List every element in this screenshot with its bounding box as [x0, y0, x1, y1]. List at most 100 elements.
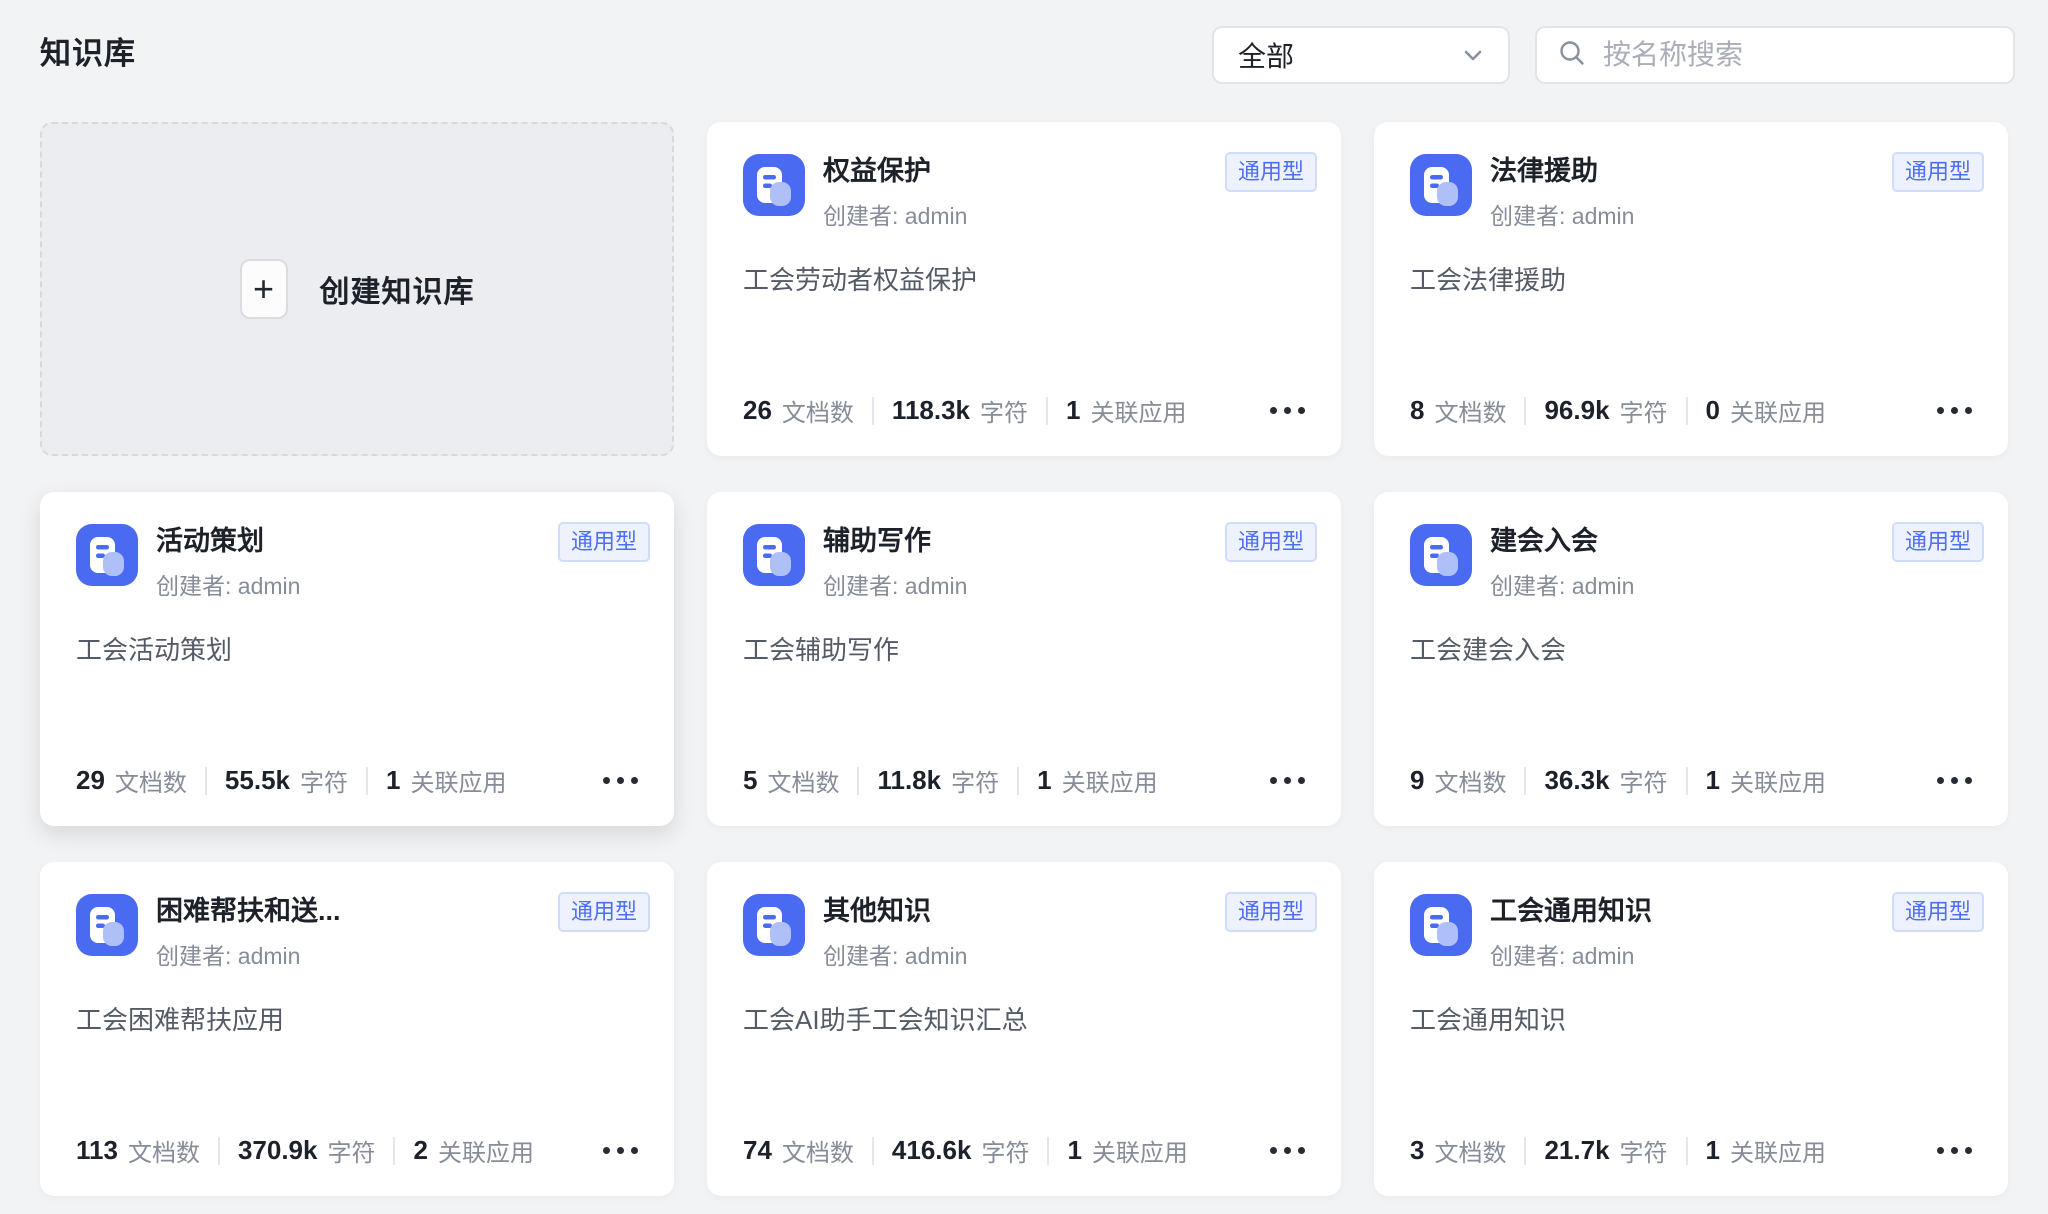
char-count: 11.8k [877, 765, 941, 796]
plus-icon[interactable]: + [240, 259, 288, 319]
card-head-text: 法律援助 创建者: admin [1490, 154, 1634, 231]
doc-count: 26 [743, 395, 772, 426]
search-box[interactable] [1535, 26, 2015, 84]
app-count-label: 关联应用 [438, 1133, 534, 1168]
more-menu-icon[interactable] [603, 771, 638, 790]
type-badge: 通用型 [1225, 152, 1317, 192]
more-menu-icon[interactable] [1937, 1141, 1972, 1160]
card-head-text: 建会入会 创建者: admin [1490, 524, 1634, 601]
card-creator: 创建者: admin [823, 197, 967, 231]
app-count-label: 关联应用 [1092, 1133, 1188, 1168]
doc-count-label: 文档数 [128, 1133, 200, 1168]
doc-count-label: 文档数 [1434, 1133, 1506, 1168]
card-title: 其他知识 [823, 896, 967, 927]
knowledge-base-card[interactable]: 活动策划 创建者: admin 通用型 工会活动策划 29 文档数 55.5k … [40, 492, 674, 826]
char-count: 55.5k [225, 765, 290, 796]
knowledge-base-card[interactable]: 法律援助 创建者: admin 通用型 工会法律援助 8 文档数 96.9k 字… [1374, 122, 2008, 456]
card-description: 工会困难帮扶应用 [76, 1004, 650, 1038]
doc-count-label: 文档数 [1434, 763, 1506, 798]
card-creator: 创建者: admin [823, 937, 967, 971]
search-input[interactable] [1601, 38, 1993, 72]
type-badge: 通用型 [558, 892, 650, 932]
doc-count-label: 文档数 [782, 1133, 854, 1168]
card-stats: 29 文档数 55.5k 字符 1 关联应用 [76, 763, 650, 798]
knowledge-base-card[interactable]: 权益保护 创建者: admin 通用型 工会劳动者权益保护 26 文档数 118… [707, 122, 1341, 456]
char-count: 96.9k [1544, 395, 1609, 426]
divider [1524, 397, 1526, 425]
app-count: 1 [1067, 1135, 1081, 1166]
card-stats: 9 文档数 36.3k 字符 1 关联应用 [1410, 763, 1984, 798]
knowledge-base-card[interactable]: 工会通用知识 创建者: admin 通用型 工会通用知识 3 文档数 21.7k… [1374, 862, 2008, 1196]
card-stats: 8 文档数 96.9k 字符 0 关联应用 [1410, 393, 1984, 428]
knowledge-base-card[interactable]: 其他知识 创建者: admin 通用型 工会AI助手工会知识汇总 74 文档数 … [707, 862, 1341, 1196]
doc-count-label: 文档数 [115, 763, 187, 798]
card-head-text: 权益保护 创建者: admin [823, 154, 967, 231]
card-title: 活动策划 [156, 526, 300, 557]
divider [1524, 1137, 1526, 1165]
more-menu-icon[interactable] [603, 1141, 638, 1160]
doc-count: 29 [76, 765, 105, 796]
divider [1686, 767, 1688, 795]
knowledge-base-card[interactable]: 建会入会 创建者: admin 通用型 工会建会入会 9 文档数 36.3k 字… [1374, 492, 2008, 826]
card-head-text: 工会通用知识 创建者: admin [1490, 894, 1652, 971]
char-count-label: 字符 [1620, 1133, 1668, 1168]
divider [218, 1137, 220, 1165]
app-count-label: 关联应用 [1730, 763, 1826, 798]
card-title: 建会入会 [1490, 526, 1634, 557]
app-count: 2 [413, 1135, 427, 1166]
char-count-label: 字符 [300, 763, 348, 798]
card-stats: 5 文档数 11.8k 字符 1 关联应用 [743, 763, 1317, 798]
char-count: 416.6k [892, 1135, 972, 1166]
card-description: 工会辅助写作 [743, 634, 1317, 668]
doc-count: 113 [76, 1135, 118, 1166]
doc-count-label: 文档数 [782, 393, 854, 428]
more-menu-icon[interactable] [1270, 1141, 1305, 1160]
create-knowledge-base-label: 创建知识库 [320, 267, 475, 311]
knowledge-base-document-icon [1410, 894, 1472, 956]
card-head-text: 辅助写作 创建者: admin [823, 524, 967, 601]
chevron-down-icon [1460, 42, 1486, 68]
card-creator: 创建者: admin [1490, 197, 1634, 231]
type-badge: 通用型 [1892, 522, 1984, 562]
divider [1046, 397, 1048, 425]
card-head-text: 活动策划 创建者: admin [156, 524, 300, 601]
card-header: 困难帮扶和送... 创建者: admin 通用型 [76, 894, 650, 971]
app-count-label: 关联应用 [1730, 1133, 1826, 1168]
char-count: 118.3k [892, 395, 970, 426]
doc-count: 74 [743, 1135, 772, 1166]
more-menu-icon[interactable] [1270, 771, 1305, 790]
char-count: 36.3k [1544, 765, 1609, 796]
create-knowledge-base-card[interactable]: + 创建知识库 [40, 122, 674, 456]
knowledge-base-document-icon [743, 154, 805, 216]
more-menu-icon[interactable] [1937, 401, 1972, 420]
char-count-label: 字符 [327, 1133, 375, 1168]
filter-dropdown[interactable]: 全部 [1212, 26, 1510, 84]
doc-count-label: 文档数 [767, 763, 839, 798]
divider [1686, 1137, 1688, 1165]
divider [1524, 767, 1526, 795]
knowledge-base-card[interactable]: 困难帮扶和送... 创建者: admin 通用型 工会困难帮扶应用 113 文档… [40, 862, 674, 1196]
app-count-label: 关联应用 [410, 763, 506, 798]
char-count-label: 字符 [981, 1133, 1029, 1168]
divider [1047, 1137, 1049, 1165]
card-description: 工会通用知识 [1410, 1004, 1984, 1038]
card-title: 法律援助 [1490, 156, 1634, 187]
char-count-label: 字符 [980, 393, 1028, 428]
more-menu-icon[interactable] [1270, 401, 1305, 420]
card-creator: 创建者: admin [1490, 567, 1634, 601]
app-count-label: 关联应用 [1090, 393, 1186, 428]
card-description: 工会建会入会 [1410, 634, 1984, 668]
app-count: 1 [386, 765, 400, 796]
page-title: 知识库 [40, 28, 136, 73]
card-header: 活动策划 创建者: admin 通用型 [76, 524, 650, 601]
type-badge: 通用型 [1225, 892, 1317, 932]
more-menu-icon[interactable] [1937, 771, 1972, 790]
type-badge: 通用型 [558, 522, 650, 562]
char-count-label: 字符 [951, 763, 999, 798]
divider [1017, 767, 1019, 795]
card-header: 辅助写作 创建者: admin 通用型 [743, 524, 1317, 601]
card-stats: 113 文档数 370.9k 字符 2 关联应用 [76, 1133, 650, 1168]
divider [872, 1137, 874, 1165]
card-description: 工会AI助手工会知识汇总 [743, 1004, 1317, 1038]
knowledge-base-card[interactable]: 辅助写作 创建者: admin 通用型 工会辅助写作 5 文档数 11.8k 字… [707, 492, 1341, 826]
